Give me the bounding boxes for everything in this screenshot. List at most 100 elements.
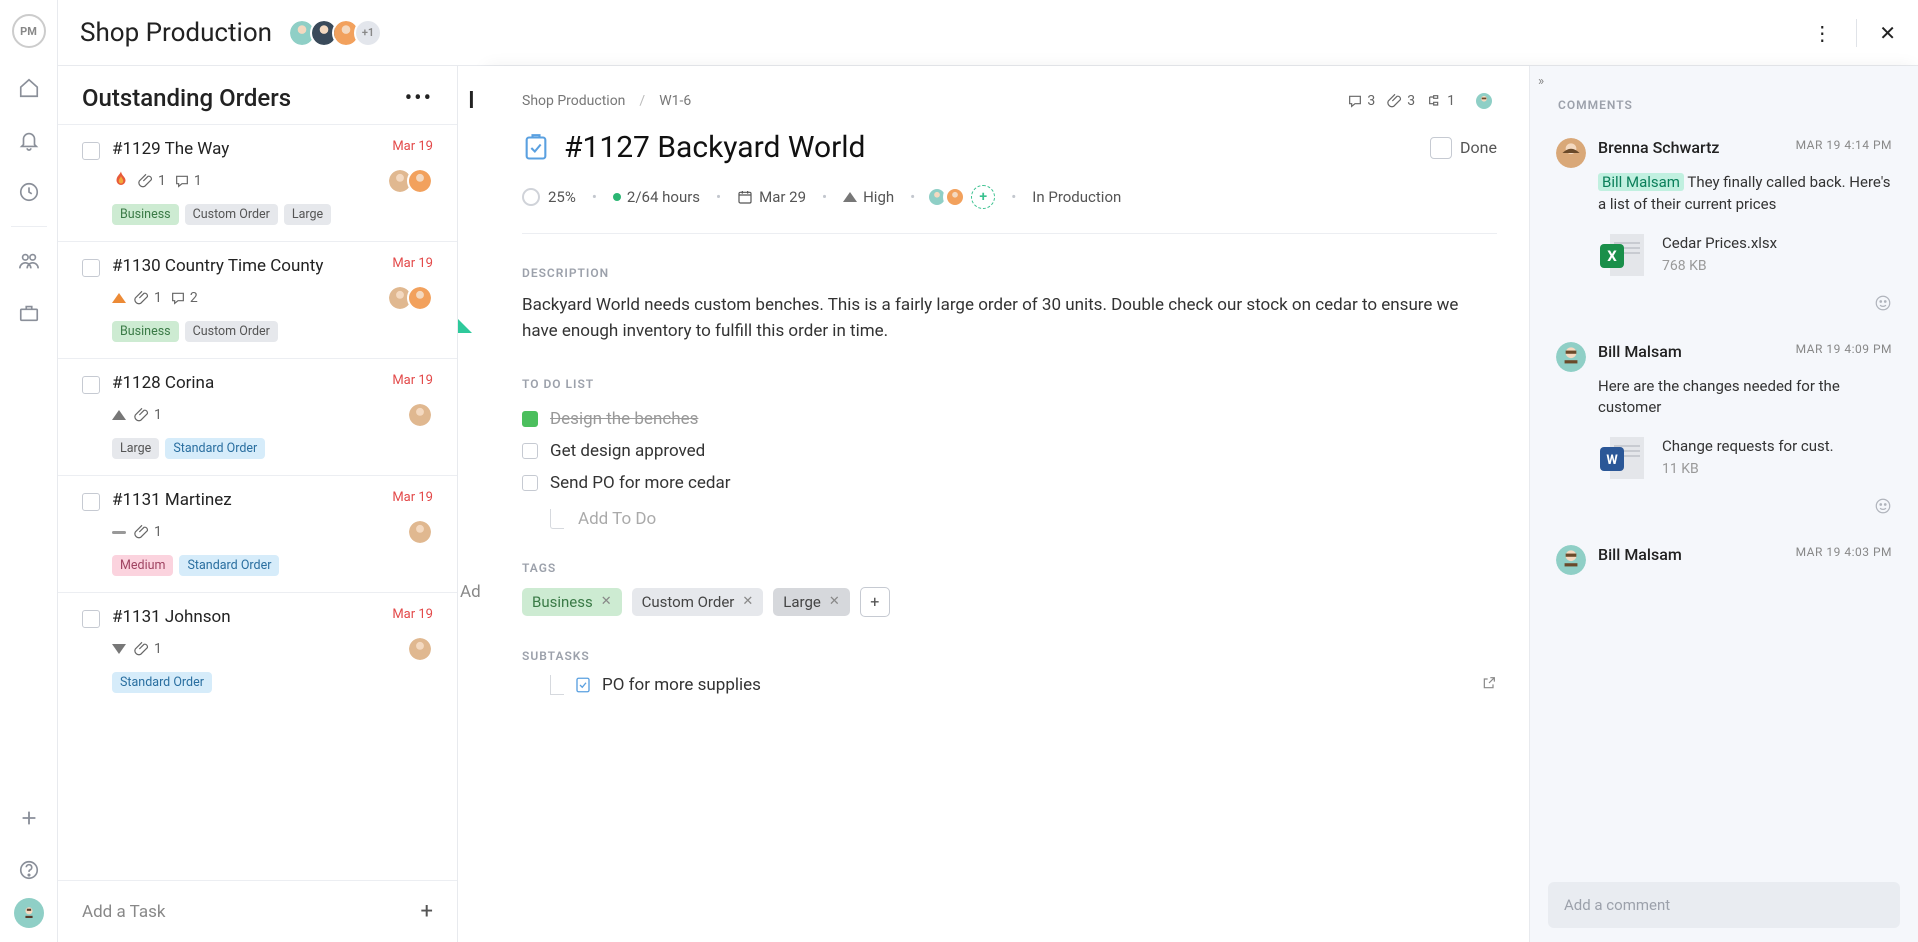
column-menu-icon[interactable]: •••	[405, 86, 433, 111]
hours-logged[interactable]: 2/64 hours	[613, 188, 700, 206]
card-checkbox[interactable]	[82, 376, 100, 394]
tag-chip: Business	[112, 204, 179, 225]
comment-avatar[interactable]	[1556, 545, 1586, 575]
assignee-avatar[interactable]	[407, 285, 433, 311]
card-checkbox[interactable]	[82, 142, 100, 160]
add-todo-input[interactable]: Add To Do	[522, 509, 1497, 529]
card-title: #1128 Corina	[112, 373, 214, 393]
task-type-icon	[522, 134, 550, 162]
task-card[interactable]: #1129 The Way Mar 19 1 1 BusinessCustom …	[58, 124, 457, 241]
react-button[interactable]	[1556, 294, 1892, 312]
close-icon[interactable]: ✕	[1879, 21, 1896, 45]
todo-item[interactable]: Send PO for more cedar	[522, 467, 1497, 499]
app-logo[interactable]: PM	[12, 14, 46, 48]
remove-tag-icon[interactable]: ✕	[742, 594, 753, 609]
assignee-avatar[interactable]	[407, 636, 433, 662]
card-date: Mar 19	[392, 490, 433, 505]
section-todo: TO DO LIST	[522, 377, 1497, 391]
file-name: Cedar Prices.xlsx	[1662, 234, 1777, 252]
add-assignee-icon[interactable]: +	[971, 185, 995, 209]
card-date: Mar 19	[392, 139, 433, 154]
mention[interactable]: Bill Malsam	[1598, 173, 1684, 191]
todo-item[interactable]: Design the benches	[522, 403, 1497, 435]
card-attach-count: 1	[134, 524, 162, 540]
todo-checkbox[interactable]	[522, 411, 538, 427]
task-card[interactable]: #1131 Martinez Mar 19 1 MediumStandard O…	[58, 475, 457, 592]
assignees[interactable]: +	[931, 185, 995, 209]
kanban-column-outstanding: Outstanding Orders ••• #1129 The Way Mar…	[58, 66, 458, 942]
task-status[interactable]: In Production	[1032, 188, 1121, 206]
recent-icon[interactable]	[9, 172, 49, 212]
excel-file-icon: X	[1598, 228, 1650, 280]
due-date[interactable]: Mar 29	[737, 188, 806, 206]
task-detail-panel: Shop Production / W1-6 3 3 1 #1127 Backy…	[490, 66, 1918, 942]
task-title[interactable]: #1127 Backyard World	[564, 130, 865, 165]
remove-tag-icon[interactable]: ✕	[601, 594, 612, 609]
card-checkbox[interactable]	[82, 259, 100, 277]
comment-body: Bill Malsam They finally called back. He…	[1598, 172, 1892, 216]
tag-chip[interactable]: Custom Order✕	[632, 588, 764, 616]
comment-time: MAR 19 4:14 PM	[1796, 138, 1892, 152]
task-description[interactable]: Backyard World needs custom benches. Thi…	[522, 292, 1497, 345]
assignee-avatar[interactable]	[943, 185, 967, 209]
expand-comments-icon[interactable]: »	[1538, 74, 1544, 89]
attachment[interactable]: WChange requests for cust.11 KB	[1598, 431, 1892, 483]
add-task-plus-icon[interactable]: +	[421, 899, 433, 924]
add-icon[interactable]	[9, 798, 49, 838]
project-title: Shop Production	[80, 18, 272, 48]
briefcase-icon[interactable]	[9, 293, 49, 333]
progress-percent[interactable]: 25%	[522, 188, 576, 206]
assignee-avatar[interactable]	[407, 168, 433, 194]
comment-avatar[interactable]	[1556, 138, 1586, 168]
task-card[interactable]: #1130 Country Time County Mar 19 1 2 Bus…	[58, 241, 457, 358]
react-button[interactable]	[1556, 497, 1892, 515]
breadcrumb-project[interactable]: Shop Production	[522, 93, 625, 109]
tag-chip: Custom Order	[185, 321, 278, 342]
assignee-avatar[interactable]	[407, 402, 433, 428]
add-tag-button[interactable]: +	[860, 587, 890, 617]
card-checkbox[interactable]	[82, 610, 100, 628]
help-icon[interactable]	[9, 850, 49, 890]
done-checkbox[interactable]	[1430, 137, 1452, 159]
todo-checkbox[interactable]	[522, 443, 538, 459]
attachment[interactable]: XCedar Prices.xlsx768 KB	[1598, 228, 1892, 280]
task-card[interactable]: #1131 Johnson Mar 19 1 Standard Order	[58, 592, 457, 709]
member-overflow[interactable]: +1	[354, 19, 382, 47]
task-card[interactable]: #1128 Corina Mar 19 1 LargeStandard Orde…	[58, 358, 457, 475]
card-attach-count: 1	[138, 173, 166, 189]
tag-chip: Large	[284, 204, 331, 225]
notifications-icon[interactable]	[9, 120, 49, 160]
todo-checkbox[interactable]	[522, 475, 538, 491]
card-checkbox[interactable]	[82, 493, 100, 511]
current-user-avatar[interactable]	[14, 898, 44, 928]
breadcrumb-sprint[interactable]: W1-6	[659, 93, 691, 109]
priority-icon	[112, 410, 126, 420]
priority[interactable]: High	[843, 188, 894, 206]
subtask-count[interactable]: 1	[1427, 93, 1455, 109]
comment-time: MAR 19 4:03 PM	[1796, 545, 1892, 559]
todo-item[interactable]: Get design approved	[522, 435, 1497, 467]
attachment-count[interactable]: 3	[1387, 93, 1415, 109]
home-icon[interactable]	[9, 68, 49, 108]
comment-count[interactable]: 3	[1347, 93, 1375, 109]
open-subtask-icon[interactable]	[1481, 675, 1497, 696]
task-owner-avatar[interactable]	[1471, 88, 1497, 114]
word-file-icon: W	[1598, 431, 1650, 483]
tag-chip[interactable]: Large✕	[773, 588, 849, 616]
add-task-input[interactable]: Add a Task +	[58, 880, 457, 942]
add-comment-input[interactable]: Add a comment	[1548, 882, 1900, 928]
card-title: #1129 The Way	[112, 139, 229, 159]
comment: Brenna Schwartz MAR 19 4:14 PM Bill Mals…	[1548, 128, 1900, 332]
comment: Bill Malsam MAR 19 4:03 PM	[1548, 535, 1900, 595]
comment-avatar[interactable]	[1556, 342, 1586, 372]
file-name: Change requests for cust.	[1662, 437, 1834, 455]
remove-tag-icon[interactable]: ✕	[829, 594, 840, 609]
subtask-row[interactable]: PO for more supplies	[522, 675, 1497, 696]
more-menu-icon[interactable]: ⋮	[1812, 21, 1834, 45]
assignee-avatar[interactable]	[407, 519, 433, 545]
done-toggle[interactable]: Done	[1430, 137, 1497, 159]
card-attach-count: 1	[134, 641, 162, 657]
project-members[interactable]: +1	[294, 19, 382, 47]
tag-chip[interactable]: Business✕	[522, 588, 622, 616]
team-icon[interactable]	[9, 241, 49, 281]
